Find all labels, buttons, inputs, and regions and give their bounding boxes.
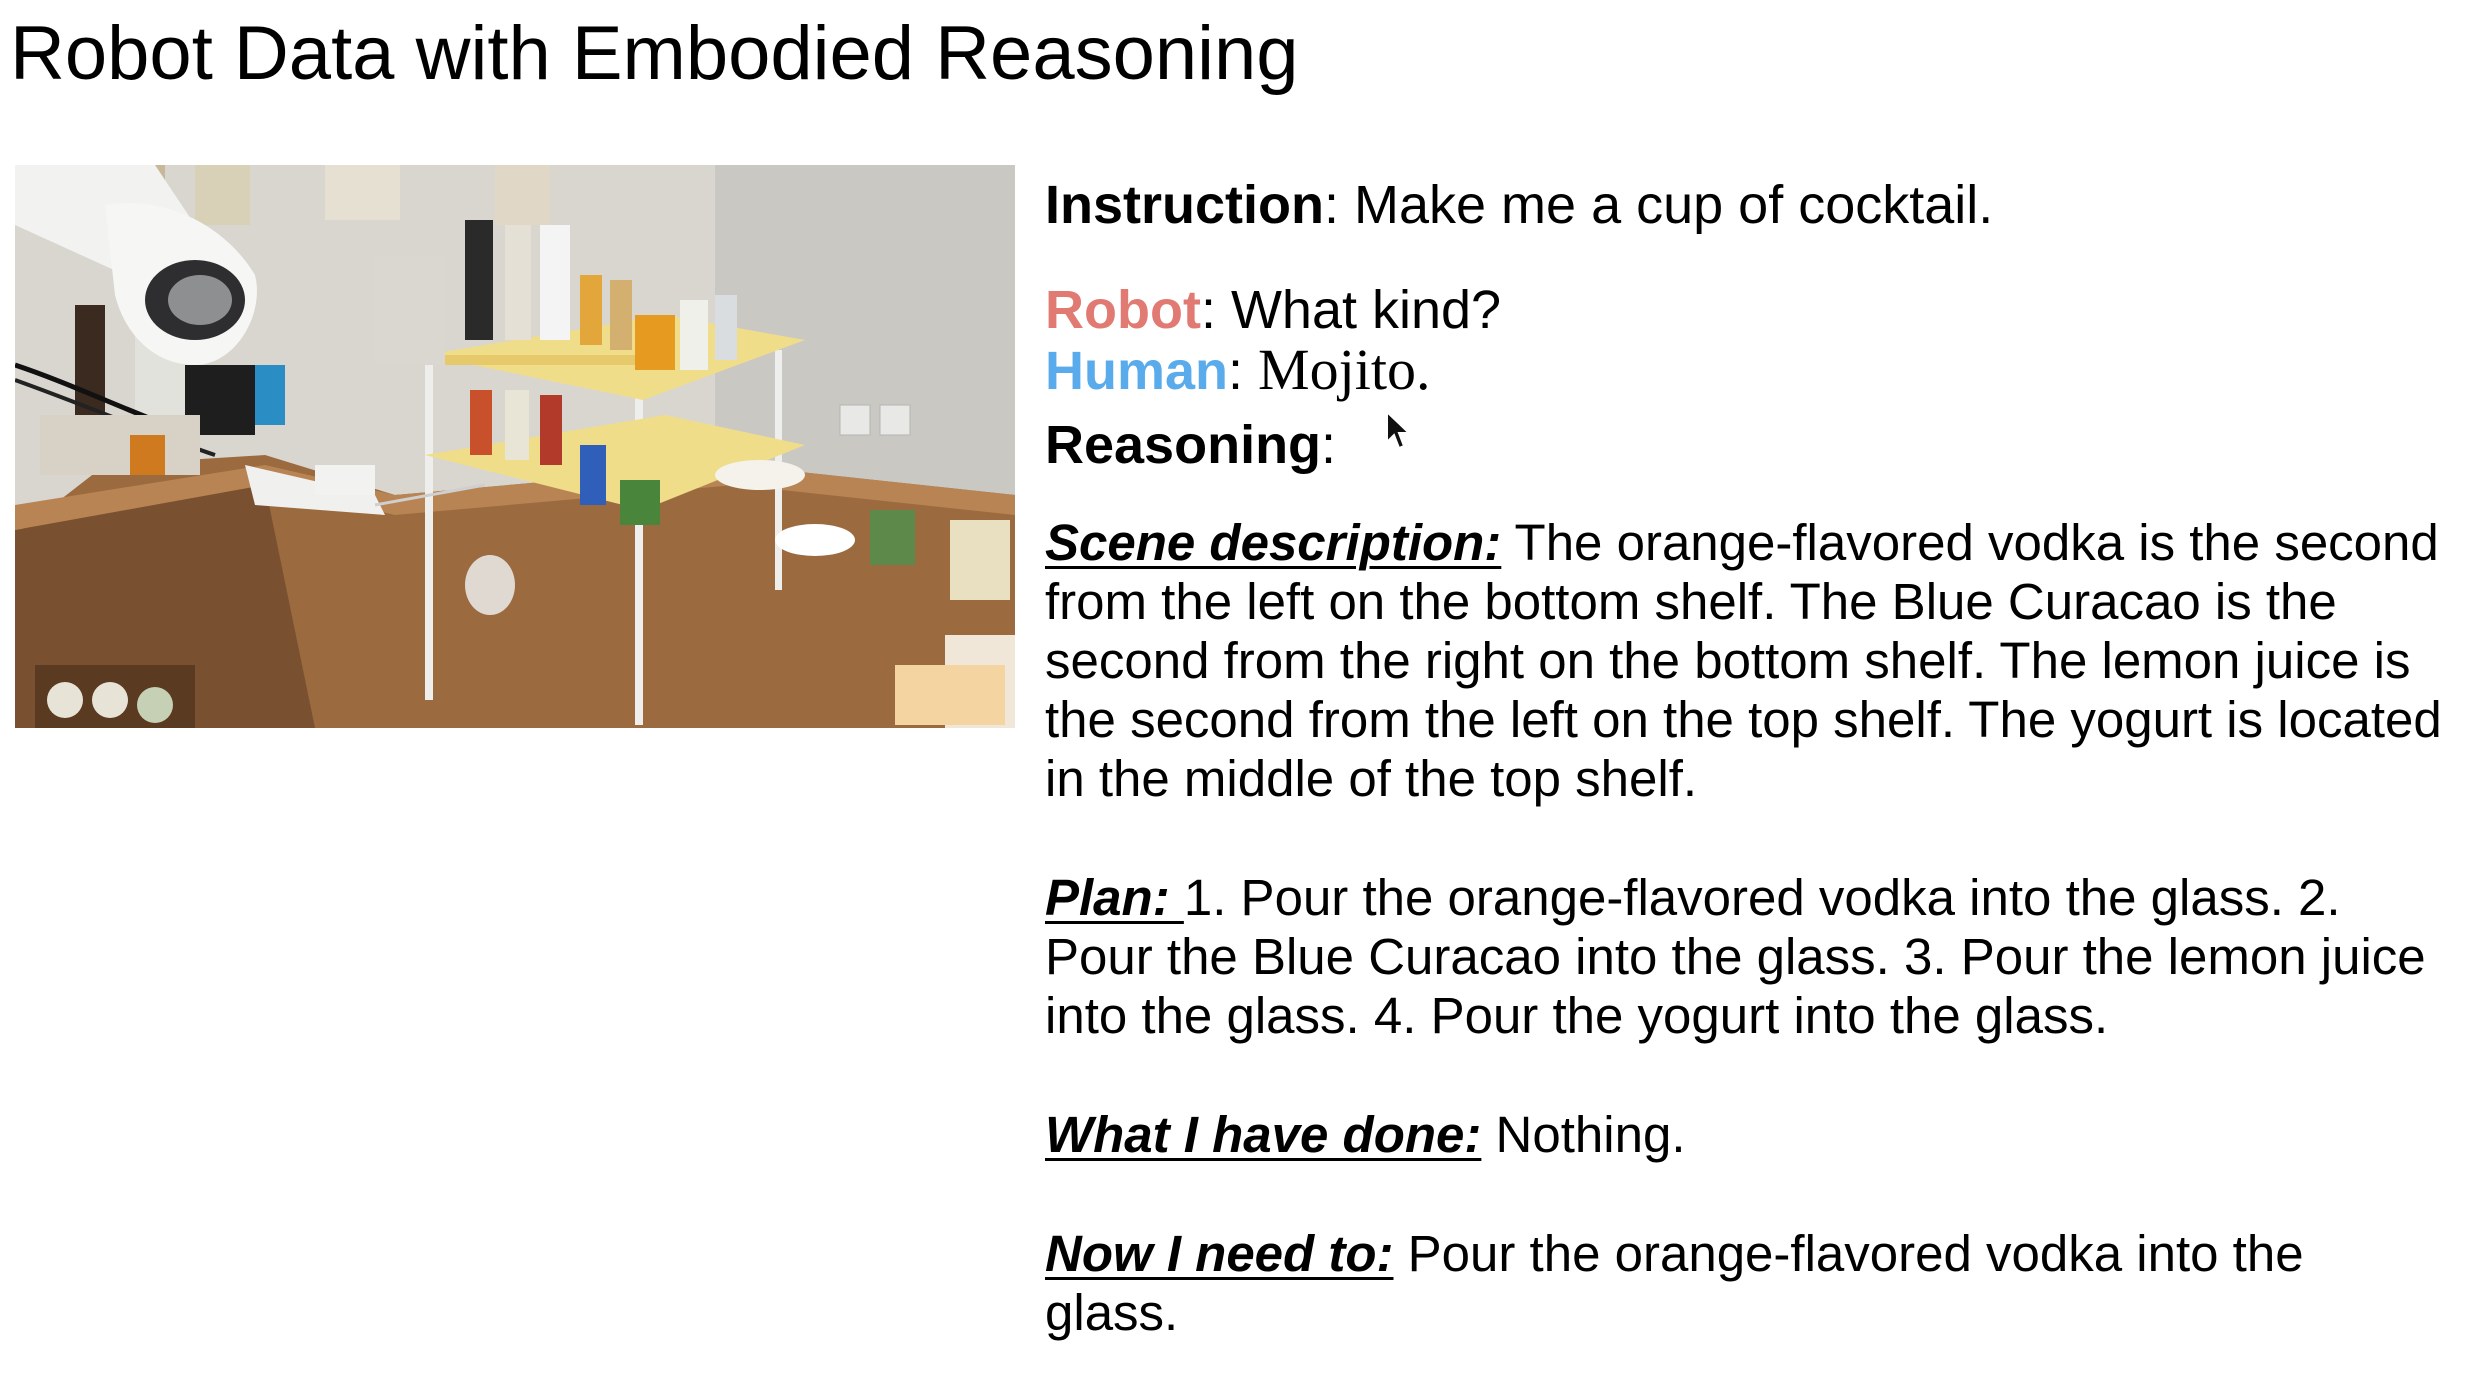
plan-label: Plan:: [1045, 869, 1184, 926]
reasoning-panel: Instruction: Make me a cup of cocktail. …: [1045, 175, 2460, 1385]
human-separator: :: [1228, 341, 1259, 401]
next-step: Now I need to: Pour the orange-flavored …: [1045, 1224, 2390, 1342]
mouse-cursor-icon: [1386, 410, 1412, 450]
reasoning-label: Reasoning: [1045, 415, 1322, 475]
reasoning-separator: :: [1321, 415, 1337, 475]
slide-title: Robot Data with Embodied Reasoning: [10, 11, 1299, 96]
instruction-label: Instruction: [1045, 175, 1324, 235]
scene-label: Scene description:: [1045, 514, 1502, 571]
plan-text: 1. Pour the orange-flavored vodka into t…: [1045, 869, 2426, 1044]
scene-description: Scene description: The orange-flavored v…: [1045, 513, 2460, 808]
instruction-line: Instruction: Make me a cup of cocktail.: [1045, 175, 2460, 235]
robot-line: Robot: What kind?: [1045, 280, 2460, 340]
human-label: Human: [1045, 341, 1229, 401]
robot-kitchen-photo: [15, 165, 1015, 728]
robot-text: : What kind?: [1200, 280, 1502, 340]
done-so-far: What I have done: Nothing.: [1045, 1105, 2460, 1164]
next-label: Now I need to:: [1045, 1225, 1394, 1282]
human-text: Mojito.: [1258, 337, 1431, 402]
plan: Plan: 1. Pour the orange-flavored vodka …: [1045, 868, 2460, 1045]
robot-label: Robot: [1045, 280, 1201, 340]
slide: Robot Data with Embodied Reasoning Instr…: [0, 0, 2474, 1385]
reasoning-heading: Reasoning:: [1045, 415, 2460, 475]
done-text: Nothing.: [1481, 1106, 1686, 1163]
instruction-text: : Make me a cup of cocktail.: [1324, 175, 1994, 235]
done-label: What I have done:: [1045, 1106, 1482, 1163]
human-line: Human: Mojito.: [1045, 337, 2460, 402]
